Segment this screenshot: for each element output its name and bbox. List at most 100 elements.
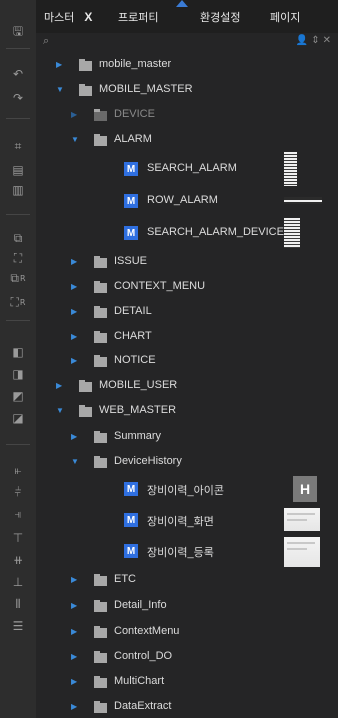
redo-icon[interactable]: ↷ [0,88,36,108]
tree-item-label: MOBILE_USER [99,379,178,391]
page-badge-icon: M [124,194,138,208]
folder-icon [94,676,107,688]
folder-icon [79,84,92,96]
save-icon[interactable]: 🖫 [0,22,36,42]
tree-folder-item[interactable]: ▶ Summary [36,428,338,446]
tree-item-label: CHART [114,330,152,342]
tree-folder-item[interactable]: ▼ MOBILE_MASTER [36,81,338,99]
tree-folder-item[interactable]: ▼ WEB_MASTER [36,402,338,420]
bring-forward-icon[interactable]: ◩ [0,386,36,406]
tab-page[interactable]: 페이지 [262,0,338,33]
tree-item-label: ETC [114,573,136,585]
paste-icon-glyph: ▥ [12,183,24,197]
tree-folder-item[interactable]: ▶ CONTEXT_MENU [36,278,338,296]
tree-folder-item[interactable]: ▶ CHART [36,328,338,346]
group-r-icon[interactable]: ⧉ R [0,268,36,288]
expanded-arrow-icon[interactable]: ▼ [71,457,79,466]
search-icon[interactable]: ⌕ [43,35,49,48]
crop-icon[interactable]: ⌗ [0,136,36,156]
tab-settings[interactable]: 환경설정 [192,0,262,33]
ungroup-r-icon-glyph: ⛶ [10,294,19,309]
tree-folder-item[interactable]: ▼ DeviceHistory [36,453,338,471]
collapsed-arrow-icon[interactable]: ▶ [71,307,77,316]
collapsed-arrow-icon[interactable]: ▶ [71,282,77,291]
tree-item-label: NOTICE [114,354,156,366]
collapsed-arrow-icon[interactable]: ▶ [71,110,77,119]
ungroup-r-icon[interactable]: ⛶ R [0,292,36,312]
thumbnail-detail [287,548,307,550]
tree-folder-item[interactable]: ▶ NOTICE [36,352,338,370]
search-bar[interactable]: ⌕ 👤⇕✕ [36,33,338,51]
copy-icon[interactable]: ▤ [0,160,36,180]
group-icon[interactable]: ⧉ [0,228,36,248]
tree-folder-item[interactable]: ▶ DataExtract [36,698,338,716]
tree-item-label: Control_DO [114,650,173,662]
tree-folder-item[interactable]: ▶ MOBILE_USER [36,377,338,395]
collapsed-arrow-icon[interactable]: ▶ [56,60,62,69]
tab-property[interactable]: 프로퍼티 [110,0,192,33]
align-right-icon-glyph: ⫣ [14,506,22,521]
send-backward-icon[interactable]: ◪ [0,408,36,428]
bring-front-icon[interactable]: ◧ [0,342,36,362]
align-bottom-icon[interactable]: ⊥ [0,572,36,592]
expanded-arrow-icon[interactable]: ▼ [56,406,64,415]
collapsed-arrow-icon[interactable]: ▶ [71,432,77,441]
tree-folder-item[interactable]: ▶ Control_DO [36,648,338,666]
tree-folder-item[interactable]: ▼ ALARM [36,131,338,149]
close-icon[interactable]: ✕ [323,35,334,46]
ungroup-icon[interactable]: ⛶ [0,248,36,268]
tree-item-label: DataExtract [114,700,172,712]
folder-icon [94,701,107,713]
collapsed-arrow-icon[interactable]: ▶ [71,627,77,636]
align-right-icon[interactable]: ⫣ [0,504,36,524]
sort-icon[interactable]: ⇕ [311,35,322,46]
tree-item-label: ISSUE [114,255,148,267]
left-toolbar: 🖫 ↶ ↷ ⌗ ▤ ▥ ⧉ ⛶ ⧉ R ⛶ R ◧ ◨ ◩ ◪ ⫦ ⫩ ⫣ ⊤ ⧺ ⊥ ⫴ ☰ [0,0,37,718]
collapsed-arrow-icon[interactable]: ▶ [56,381,62,390]
toolbar-separator [6,320,30,321]
collapsed-arrow-icon[interactable]: ▶ [71,677,77,686]
crop-icon-glyph: ⌗ [14,138,22,153]
expanded-arrow-icon[interactable]: ▼ [71,135,79,144]
folder-icon [94,431,107,443]
collapsed-arrow-icon[interactable]: ▶ [71,702,77,711]
ungroup-icon-glyph: ⛶ [13,250,23,265]
thumbnail-detail [287,513,315,515]
undo-icon[interactable]: ↶ [0,64,36,84]
tree-folder-item[interactable]: ▶ MultiChart [36,673,338,691]
send-back-icon[interactable]: ◨ [0,364,36,384]
collapsed-arrow-icon[interactable]: ▶ [71,601,77,610]
tree-folder-item[interactable]: ▶ ETC [36,571,338,589]
tab-master[interactable]: 마스터 X [36,0,110,33]
tree-folder-item[interactable]: ▶ ISSUE [36,253,338,271]
align-left-icon[interactable]: ⫦ [0,460,36,480]
align-top-icon[interactable]: ⊤ [0,528,36,548]
page-thumbnail: H [293,476,317,502]
folder-icon [94,651,107,663]
collapsed-arrow-icon[interactable]: ▶ [71,652,77,661]
collapsed-arrow-icon[interactable]: ▶ [71,575,77,584]
tab-close-icon[interactable]: X [84,10,92,24]
folder-icon [79,59,92,71]
tree-folder-item[interactable]: ▶ DEVICE [36,106,338,124]
expanded-arrow-icon[interactable]: ▼ [56,85,64,94]
align-middle-icon[interactable]: ⧺ [0,550,36,570]
collapsed-arrow-icon[interactable]: ▶ [71,332,77,341]
tree-folder-item[interactable]: ▶ Detail_Info [36,597,338,615]
user-icon[interactable]: 👤 [296,35,311,46]
distribute-h-icon[interactable]: ⫴ [0,594,36,614]
paste-icon[interactable]: ▥ [0,180,36,200]
distribute-v-icon[interactable]: ☰ [0,616,36,636]
send-back-icon-glyph: ◨ [12,367,24,381]
tree-folder-item[interactable]: ▶ mobile_master [36,56,338,74]
collapsed-arrow-icon[interactable]: ▶ [71,257,77,266]
tree-folder-item[interactable]: ▶ ContextMenu [36,623,338,641]
tab-master-label: 마스터 [44,11,75,24]
folder-icon [94,331,107,343]
tab-settings-label: 환경설정 [200,11,241,24]
tree-folder-item[interactable]: ▶ DETAIL [36,303,338,321]
align-center-icon[interactable]: ⫩ [0,482,36,502]
copy-icon-glyph: ▤ [12,163,24,177]
folder-icon [94,256,107,268]
collapsed-arrow-icon[interactable]: ▶ [71,356,77,365]
